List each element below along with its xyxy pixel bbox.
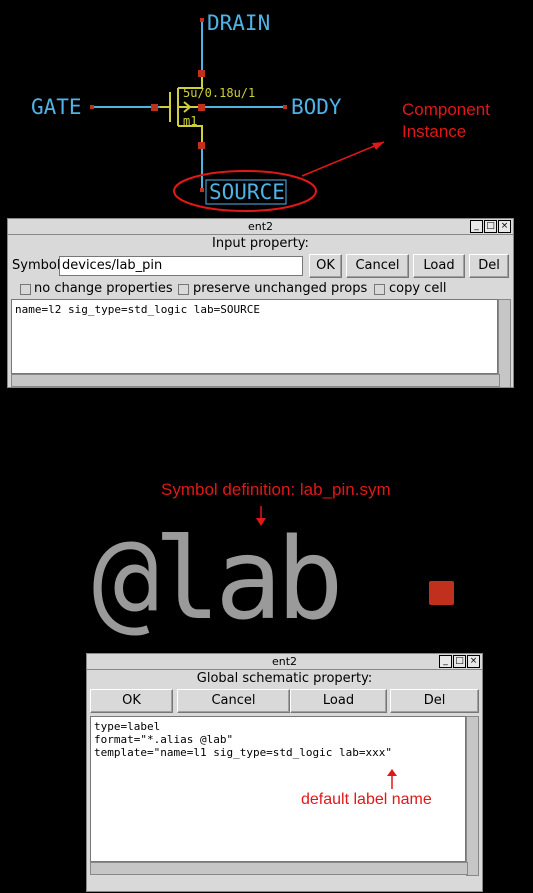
ok-button[interactable]: OK [90,689,173,713]
dialog-titlebar[interactable]: ent2 _ □ × [87,654,482,670]
symbol-lab-text[interactable]: @lab [92,520,344,640]
up-arrow-icon [387,769,397,789]
load-button[interactable]: Load [290,689,387,713]
global-schematic-property-dialog: ent2 _ □ × Global schematic property: OK… [86,653,483,892]
symbol-definition-annotation: Symbol definition: lab_pin.sym [161,480,391,499]
source-label[interactable]: SOURCE [209,180,285,204]
minimize-icon[interactable]: _ [470,220,483,233]
component-instance-annotation: Component Instance [402,100,490,141]
dialog-titlebar[interactable]: ent2 _ □ × [8,219,513,235]
load-button[interactable]: Load [413,254,465,278]
maximize-icon[interactable]: □ [453,655,466,668]
input-property-dialog: ent2 _ □ × Input property: Symbol device… [7,218,514,388]
body-label[interactable]: BODY [291,95,342,119]
dialog-title: ent2 [247,220,274,233]
no-change-properties-checkbox[interactable] [20,284,31,295]
nmos-symbol[interactable] [160,73,203,145]
symbol-label: Symbol [12,258,61,273]
default-label-annotation: default label name [301,791,432,808]
property-textarea[interactable]: name=l2 sig_type=std_logic lab=SOURCE [11,299,498,374]
device-size-label: 5u/0.18u/1 [183,86,256,100]
maximize-icon[interactable]: □ [484,220,497,233]
annotation-arrowhead [372,142,384,150]
property-textarea[interactable]: type=label format="*.alias @lab" templat… [90,716,466,862]
cancel-button[interactable]: Cancel [177,689,290,713]
gate-label[interactable]: GATE [31,95,82,119]
annotation-arrow [301,141,385,177]
dialog-title: ent2 [271,655,298,668]
copy-cell-checkbox[interactable] [374,284,385,295]
cancel-button[interactable]: Cancel [346,254,409,278]
dialog-heading: Global schematic property: [196,671,373,686]
minimize-icon[interactable]: _ [439,655,452,668]
drain-label[interactable]: DRAIN [207,11,270,35]
copy-cell-label: copy cell [389,281,447,296]
symbol-input[interactable]: devices/lab_pin [59,256,303,276]
dialog-heading: Input property: [212,236,309,251]
device-instance-label: m1 [183,114,198,128]
symbol-pin[interactable] [429,581,454,605]
preserve-unchanged-props-label: preserve unchanged props [193,281,368,296]
horizontal-scrollbar[interactable] [90,862,468,875]
horizontal-scrollbar[interactable] [11,374,500,387]
del-button[interactable]: Del [390,689,479,713]
vertical-scrollbar[interactable] [466,716,479,876]
close-icon[interactable]: × [498,220,511,233]
close-icon[interactable]: × [467,655,480,668]
ok-button[interactable]: OK [309,254,342,278]
preserve-unchanged-props-checkbox[interactable] [178,284,189,295]
no-change-properties-label: no change properties [34,281,173,296]
del-button[interactable]: Del [469,254,509,278]
